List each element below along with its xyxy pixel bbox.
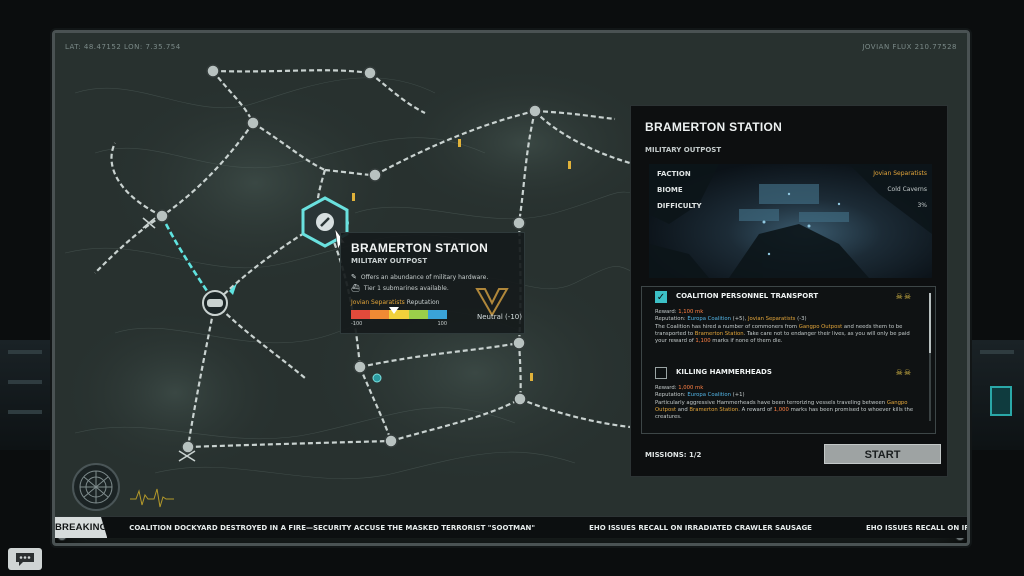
scale-min: -100 (351, 321, 363, 327)
difficulty-label: DIFFICULTY (657, 202, 702, 210)
map-node[interactable] (181, 440, 195, 454)
campaign-map-frame: LAT: 48.47152 LON: 7.35.754 JOVIAN FLUX … (52, 30, 970, 546)
mission-desc: and (677, 406, 688, 413)
difficulty-skulls-icon: ☠☠ (895, 292, 912, 301)
left-wall-decoration (0, 340, 52, 450)
faction-row: FACTION Jovian Separatists (657, 170, 927, 178)
difficulty-skulls-icon: ☠☠ (895, 368, 912, 377)
station-type: MILITARY OUTPOST (645, 146, 722, 154)
map-node[interactable] (512, 336, 526, 350)
reputation-label: Reputation (406, 299, 440, 306)
mission-list-scrollbar[interactable] (929, 293, 931, 421)
location-name: Bramerton Station (694, 330, 744, 337)
wall-light-icon (990, 386, 1012, 416)
missions-count: MISSIONS: 1/2 (645, 451, 702, 459)
ticker-item: EHO ISSUES RECALL ON IRRADIA (865, 523, 970, 532)
scale-max: 100 (437, 321, 447, 327)
ticker-item: EHO ISSUES RECALL ON IRRADIATED CRAWLER … (589, 523, 812, 532)
ticker-item: COALITION DOCKYARD DESTROYED IN A FIRE—S… (129, 523, 536, 532)
tooltip-title: BRAMERTON STATION (351, 241, 489, 255)
map-node[interactable] (368, 168, 382, 182)
landmark-marker-icon (530, 373, 533, 381)
mission-desc: The Coalition has hired a number of comm… (655, 323, 798, 330)
mission-details: Reward: 1,100 mk Reputation: Europa Coal… (655, 309, 920, 345)
chat-bubble-icon (16, 553, 34, 566)
reward-amount: 1,100 (695, 338, 711, 345)
difficulty-value: 3% (917, 202, 927, 209)
reward-value: 1,100 mk (678, 309, 704, 315)
reputation-segment (427, 310, 448, 319)
mission-list[interactable]: ✓ COALITION PERSONNEL TRANSPORT ☠☠ Rewar… (641, 286, 936, 434)
reputation-bar (351, 307, 448, 319)
reward-label: Reward: (655, 385, 677, 391)
difficulty-row: DIFFICULTY 3% (657, 202, 927, 210)
neutral-reputation-label: Neutral (-10) (477, 313, 522, 321)
submarine-icon: ⛴ (351, 284, 360, 292)
landmark-marker-icon (568, 161, 571, 169)
reputation-label: Reputation: (655, 392, 686, 399)
location-name: Gangpo Outpost (798, 323, 843, 330)
reputation-segment (408, 310, 428, 319)
mission-checkbox-checked[interactable]: ✓ (655, 291, 667, 303)
rep-faction: Europa Coalition (687, 392, 731, 399)
reputation-label: Reputation: (655, 316, 686, 323)
map-node[interactable] (528, 104, 542, 118)
mission-desc: marks if none of them die. (712, 338, 783, 345)
biome-row: BIOME Cold Caverns (657, 186, 927, 194)
landmark-marker-icon (458, 139, 461, 147)
reward-label: Reward: (655, 309, 677, 315)
faction-value: Jovian Separatists (873, 170, 927, 177)
tooltip-line-text: Offers an abundance of military hardware… (360, 273, 489, 281)
hardware-icon: ✎ (351, 273, 357, 281)
landmark-marker-icon (352, 193, 355, 201)
reputation-scale: -100 100 (351, 321, 447, 327)
signal-waveform-icon (130, 488, 174, 508)
map-node[interactable] (155, 209, 169, 223)
rep-delta: (+5), (732, 316, 747, 323)
mission-desc: Particularly aggressive Hammerheads have… (655, 399, 886, 406)
biome-label: BIOME (657, 186, 683, 194)
start-button[interactable]: START (824, 444, 941, 464)
map-node[interactable] (512, 216, 526, 230)
scrollbar-thumb[interactable] (929, 293, 931, 353)
submarine-location-icon (202, 290, 228, 316)
reputation-marker-icon (389, 307, 400, 314)
active-route-line (160, 215, 217, 304)
mission-title: KILLING HAMMERHEADS (676, 368, 772, 376)
tooltip-line-text: Tier 1 submarines available. (363, 284, 449, 292)
map-node[interactable] (384, 434, 398, 448)
reward-amount: 1,000 (773, 406, 789, 413)
mission-checkbox-unchecked[interactable] (655, 367, 667, 379)
map-node[interactable] (246, 116, 260, 130)
map-node[interactable] (206, 64, 220, 78)
map-node[interactable] (513, 392, 527, 406)
reputation-segment (351, 310, 371, 319)
breaking-news-ticker: BREAKING NEWS COALITION DOCKYARD DESTROY… (55, 516, 967, 538)
tooltip-type: MILITARY OUTPOST (351, 257, 428, 265)
tooltip-line: ✎ Offers an abundance of military hardwa… (351, 273, 514, 281)
mission-details: Reward: 1,000 mk Reputation: Europa Coal… (655, 385, 920, 421)
map-node[interactable] (363, 66, 377, 80)
rep-delta: (+1) (732, 392, 745, 399)
map-node-small[interactable] (372, 373, 382, 383)
right-wall-decoration (972, 340, 1024, 450)
mission-desc: . A reward of (738, 406, 773, 413)
reputation-faction: Jovian Separatists (351, 299, 405, 306)
biome-value: Cold Caverns (887, 186, 927, 193)
map-node[interactable] (353, 360, 367, 374)
chat-button[interactable] (8, 548, 42, 570)
station-title: BRAMERTON STATION (645, 120, 783, 134)
reward-value: 1,000 mk (678, 385, 704, 391)
rep-delta: (-3) (797, 316, 807, 323)
rep-faction: Europa Coalition (687, 316, 731, 323)
station-image: FACTION Jovian Separatists BIOME Cold Ca… (649, 164, 932, 278)
mission-title: COALITION PERSONNEL TRANSPORT (676, 292, 819, 300)
reputation-segment (370, 310, 390, 319)
faction-label: FACTION (657, 170, 691, 178)
station-info-panel: BRAMERTON STATION MILITARY OUTPOST FACTI… (630, 105, 948, 477)
rep-faction: Jovian Separatists (747, 316, 796, 323)
sonar-radar-icon (72, 463, 120, 511)
location-name: Bramerton Station (689, 406, 739, 413)
breaking-news-label: BREAKING NEWS (55, 517, 108, 538)
